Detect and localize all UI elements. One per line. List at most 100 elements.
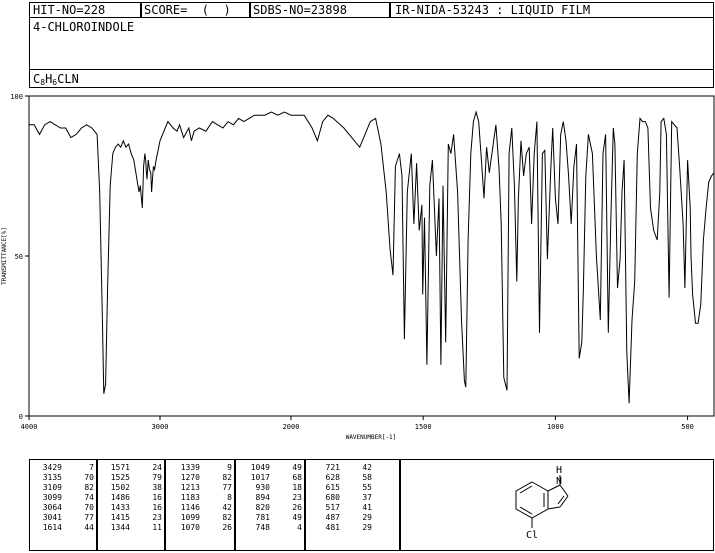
y-tick-label: 50 — [15, 253, 23, 261]
peak-table-divider — [96, 459, 98, 551]
peak-row: 1344 11 — [98, 523, 162, 533]
peak-transmittance: 16 — [152, 503, 162, 512]
y-tick-label: 100 — [10, 93, 23, 101]
peak-wavenumber: 3099 — [42, 493, 62, 502]
peak-wavenumber: 1049 — [250, 463, 270, 472]
peak-wavenumber: 1415 — [110, 513, 130, 522]
peak-row: 3429 7 — [30, 463, 94, 473]
peak-transmittance: 16 — [152, 493, 162, 502]
peak-transmittance: 70 — [84, 473, 94, 482]
peak-wavenumber: 1525 — [110, 473, 130, 482]
peak-column: 1049 49 1017 68 930 18 894 23 820 26 781 49 748 4 — [238, 463, 302, 533]
peak-transmittance: 9 — [227, 463, 232, 472]
peak-transmittance: 37 — [362, 493, 372, 502]
peak-wavenumber: 894 — [255, 493, 270, 502]
x-tick-label: 500 — [681, 423, 694, 431]
peak-transmittance: 23 — [152, 513, 162, 522]
peak-wavenumber: 721 — [325, 463, 340, 472]
peak-row: 721 42 — [308, 463, 372, 473]
peak-wavenumber: 1339 — [180, 463, 200, 472]
peak-row: 1049 49 — [238, 463, 302, 473]
peak-transmittance: 77 — [84, 513, 94, 522]
peak-transmittance: 26 — [292, 503, 302, 512]
peak-row: 1146 42 — [168, 503, 232, 513]
peak-transmittance: 82 — [84, 483, 94, 492]
peak-wavenumber: 1213 — [180, 483, 200, 492]
peak-transmittance: 29 — [362, 523, 372, 532]
peak-table-divider — [304, 459, 306, 551]
peak-wavenumber: 1099 — [180, 513, 200, 522]
peak-row: 1525 79 — [98, 473, 162, 483]
peak-wavenumber: 820 — [255, 503, 270, 512]
peak-wavenumber: 1486 — [110, 493, 130, 502]
peak-wavenumber: 1070 — [180, 523, 200, 532]
peak-row: 820 26 — [238, 503, 302, 513]
peak-row: 1433 16 — [98, 503, 162, 513]
peak-wavenumber: 3041 — [42, 513, 62, 522]
spectrum-line — [29, 110, 715, 404]
peak-column: 1571 24 1525 79 1502 38 1486 16 1433 16 1415 23 1344… — [98, 463, 162, 533]
peak-row: 1486 16 — [98, 493, 162, 503]
peak-wavenumber: 1614 — [42, 523, 62, 532]
peak-row: 1415 23 — [98, 513, 162, 523]
peak-wavenumber: 487 — [325, 513, 340, 522]
peak-wavenumber: 3109 — [42, 483, 62, 492]
peak-wavenumber: 3135 — [42, 473, 62, 482]
ir-spectrum-chart: 4000 3000 2000 1500 1000 500 0 50 100 WAVENUMBER… — [1, 93, 715, 441]
x-tick-label: 3000 — [152, 423, 169, 431]
peak-wavenumber: 3429 — [42, 463, 62, 472]
peak-transmittance: 42 — [222, 503, 232, 512]
peak-row: 1099 82 — [168, 513, 232, 523]
peak-row: 894 23 — [238, 493, 302, 503]
peak-column: 3429 7 3135 70 3109 82 3099 74 3064 70 3041 77 1614 4… — [30, 463, 94, 533]
peak-table-divider — [234, 459, 236, 551]
peak-transmittance: 55 — [362, 483, 372, 492]
peak-row: 1614 44 — [30, 523, 94, 533]
peak-transmittance: 79 — [152, 473, 162, 482]
peak-transmittance: 38 — [152, 483, 162, 492]
x-axis-label: WAVENUMBER[-1] — [346, 434, 397, 441]
plot-area — [28, 95, 715, 417]
peak-column: 1339 9 1270 82 1213 77 1183 8 1146 42 1099 82 1070 26 — [168, 463, 232, 533]
peak-transmittance: 49 — [292, 463, 302, 472]
y-tick-label: 0 — [19, 413, 23, 421]
peak-wavenumber: 748 — [255, 523, 270, 532]
peak-wavenumber: 481 — [325, 523, 340, 532]
peak-transmittance: 44 — [84, 523, 94, 532]
structure-divider — [399, 459, 401, 551]
atom-h: H — [556, 465, 562, 476]
peak-transmittance: 68 — [292, 473, 302, 482]
peak-column: 721 42 628 58 615 55 680 37 517 41 487 29 481 29 — [308, 463, 372, 533]
peak-transmittance: 26 — [222, 523, 232, 532]
atom-n: N — [556, 476, 562, 487]
peak-wavenumber: 628 — [325, 473, 340, 482]
peak-row: 517 41 — [308, 503, 372, 513]
peak-row: 481 29 — [308, 523, 372, 533]
peak-row: 3041 77 — [30, 513, 94, 523]
peak-transmittance: 4 — [297, 523, 302, 532]
peak-row: 628 58 — [308, 473, 372, 483]
peak-row: 930 18 — [238, 483, 302, 493]
peak-transmittance: 42 — [362, 463, 372, 472]
peak-wavenumber: 615 — [325, 483, 340, 492]
peak-wavenumber: 1344 — [110, 523, 130, 532]
peak-wavenumber: 1502 — [110, 483, 130, 492]
y-axis-label: TRANSMITTANCE[%] — [1, 227, 8, 285]
peak-table-divider — [164, 459, 166, 551]
peak-transmittance: 74 — [84, 493, 94, 502]
peak-transmittance: 41 — [362, 503, 372, 512]
peak-wavenumber: 930 — [255, 483, 270, 492]
peak-row: 781 49 — [238, 513, 302, 523]
peak-transmittance: 82 — [222, 473, 232, 482]
peak-row: 3109 82 — [30, 483, 94, 493]
peak-row: 1339 9 — [168, 463, 232, 473]
x-tick-label: 4000 — [21, 423, 38, 431]
atom-cl: Cl — [526, 530, 538, 541]
structure-drawing: H N Cl — [515, 465, 569, 541]
x-tick-label: 1000 — [547, 423, 564, 431]
peak-row: 680 37 — [308, 493, 372, 503]
peak-row: 3135 70 — [30, 473, 94, 483]
peak-transmittance: 24 — [152, 463, 162, 472]
peak-wavenumber: 1270 — [180, 473, 200, 482]
peak-row: 487 29 — [308, 513, 372, 523]
